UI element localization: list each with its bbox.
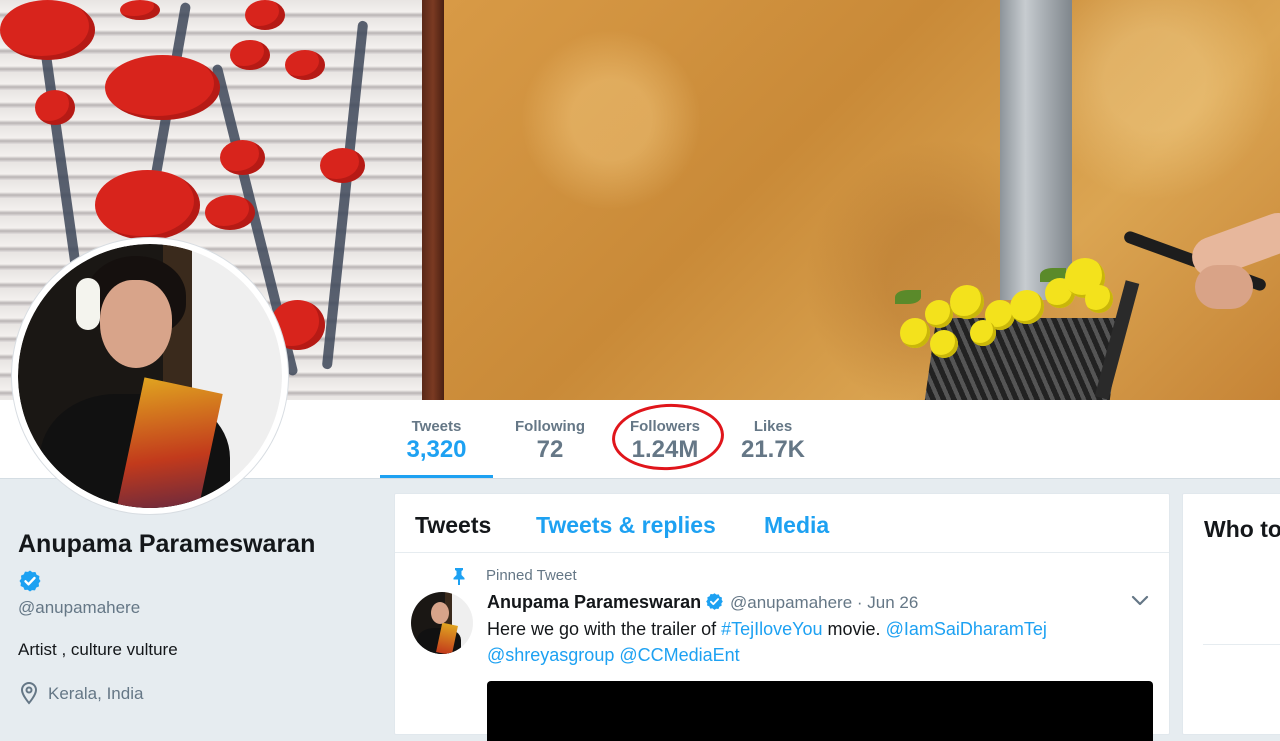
mention-link[interactable]: @CCMediaEnt — [619, 645, 739, 665]
stat-likes[interactable]: Likes 21.7K — [730, 400, 816, 478]
banner-wall — [444, 0, 1280, 400]
tweet-text-part: movie. — [822, 619, 886, 639]
hashtag-link[interactable]: #TejIloveYou — [721, 619, 822, 639]
stat-label: Likes — [753, 418, 793, 435]
tab-media[interactable]: Media — [764, 512, 829, 539]
tweet-text: Here we go with the trailer of #TejIlove… — [487, 616, 1087, 668]
module-title: Who to follow — [1204, 516, 1280, 542]
tweet-video-preview[interactable] — [487, 681, 1153, 741]
pinned-tweet-label: Pinned Tweet — [486, 567, 577, 584]
chevron-down-icon[interactable] — [1131, 594, 1149, 608]
verified-badge-icon — [706, 593, 723, 610]
profile-avatar[interactable] — [12, 238, 288, 514]
timeline: Tweets Tweets & replies Media Pinned Twe… — [394, 493, 1170, 741]
avatar-photo — [18, 244, 282, 508]
tweet-avatar[interactable] — [411, 592, 473, 654]
tweet-author-name[interactable]: Anupama Parameswaran — [487, 592, 701, 613]
stat-label: Tweets — [411, 418, 462, 435]
divider — [1203, 644, 1280, 645]
stat-tweets[interactable]: Tweets 3,320 — [380, 400, 493, 478]
profile-bio: Artist , culture vulture — [18, 640, 178, 659]
tab-tweets[interactable]: Tweets — [415, 512, 491, 539]
tab-tweets-replies[interactable]: Tweets & replies — [536, 512, 716, 539]
who-to-follow-module: Who to follow — [1182, 493, 1280, 735]
bicycle-basket — [923, 318, 1122, 400]
banner-pipe — [1000, 0, 1072, 300]
tweet-meta[interactable]: @anupamahere · Jun 26 — [730, 593, 918, 613]
stat-value: 21.7K — [740, 436, 806, 463]
rider-hand — [1195, 265, 1253, 309]
stat-value: 3,320 — [406, 436, 467, 463]
mention-link[interactable]: @shreyasgroup — [487, 645, 614, 665]
tweet-text-part: Here we go with the trailer of — [487, 619, 722, 639]
mention-link[interactable]: @IamSaiDharamTej — [886, 619, 1047, 639]
pin-icon — [453, 568, 465, 585]
banner-post — [422, 0, 444, 400]
timeline-tabs: Tweets Tweets & replies Media — [395, 494, 1169, 553]
stat-value: 72 — [536, 436, 564, 463]
profile-location: Kerala, India — [48, 684, 144, 703]
stat-label: Following — [515, 418, 585, 435]
stat-following[interactable]: Following 72 — [500, 400, 600, 478]
verified-badge-icon — [19, 570, 41, 592]
profile-handle[interactable]: @anupamahere — [18, 598, 140, 618]
profile-name: Anupama Parameswaran — [18, 530, 316, 558]
map-pin-icon — [20, 681, 38, 705]
